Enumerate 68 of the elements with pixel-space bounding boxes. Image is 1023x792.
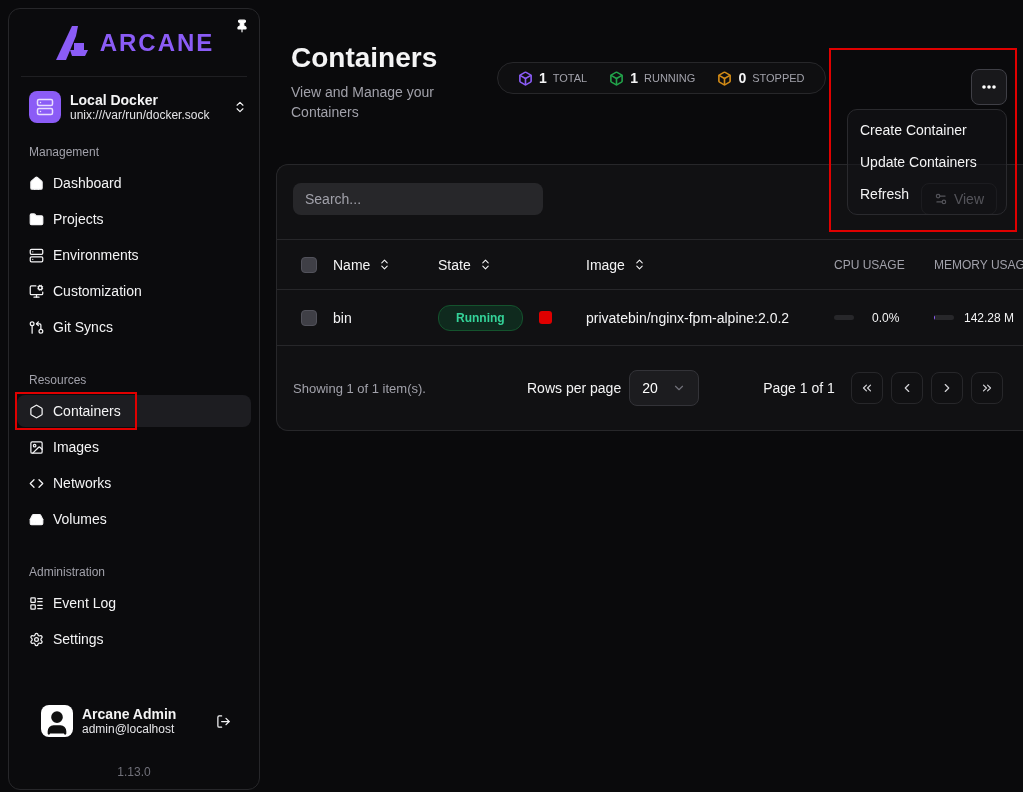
- page-title: Containers: [291, 42, 439, 74]
- sidebar-item[interactable]: Dashboard: [17, 167, 251, 199]
- stat-value: 1: [539, 70, 547, 86]
- avatar-icon: [41, 705, 73, 737]
- environment-address: unix:///var/run/docker.sock: [70, 108, 211, 122]
- select-all-checkbox[interactable]: [301, 256, 317, 273]
- stat-value: 0: [738, 70, 747, 86]
- server-icon: [29, 247, 44, 263]
- stat-label: TOTAL: [552, 72, 588, 84]
- more-button[interactable]: [971, 69, 1007, 105]
- stat-label: STOPPED: [752, 72, 805, 84]
- menu-item[interactable]: Create Container: [852, 114, 975, 146]
- logo-text: ARCANE: [99, 28, 215, 57]
- pin-icon[interactable]: [235, 19, 249, 33]
- version-label: 1.13.0: [116, 764, 152, 781]
- server-icon: [29, 91, 61, 123]
- user-email: admin@localhost: [82, 722, 176, 736]
- folder-icon: [29, 211, 44, 227]
- sidebar-item[interactable]: Containers: [17, 395, 251, 427]
- page-subtitle: View and Manage your Containers: [291, 83, 435, 122]
- section-title: Management: [28, 144, 101, 161]
- list-icon: [29, 595, 44, 611]
- column-header[interactable]: Name: [333, 256, 438, 273]
- sidebar-item[interactable]: Networks: [17, 467, 251, 499]
- cpu-reading: 0.0%: [872, 310, 900, 325]
- menu-item[interactable]: Refresh: [852, 178, 918, 210]
- last-page-button[interactable]: [970, 372, 1003, 404]
- table-cell-text: bin: [333, 309, 353, 326]
- stat-label: RUNNING: [644, 72, 696, 84]
- menu-item[interactable]: Update Containers: [852, 146, 985, 178]
- sidebar-item[interactable]: Settings: [17, 623, 251, 655]
- stat-value: 1: [630, 70, 639, 86]
- drive-icon: [29, 511, 44, 527]
- column-header: CPU USAGE: [834, 257, 906, 272]
- first-page-button[interactable]: [850, 372, 883, 404]
- sidebar-item[interactable]: Customization: [17, 275, 251, 307]
- rows-per-page-select[interactable]: 20: [629, 370, 700, 406]
- settings-icon: [29, 631, 44, 647]
- sliders-icon: [933, 192, 948, 206]
- sidebar-item[interactable]: Environments: [17, 239, 251, 271]
- status-badge: Running: [438, 304, 523, 331]
- environment-name: Local Docker: [70, 92, 159, 108]
- sidebar-item[interactable]: Event Log: [17, 587, 251, 619]
- user-name: Arcane Admin: [82, 706, 178, 722]
- stop-button[interactable]: [538, 311, 552, 324]
- image-icon: [29, 439, 44, 455]
- section-title: Resources: [28, 372, 88, 389]
- ellipsis-icon: [982, 85, 996, 89]
- rows-per-page-label: Rows per page: [527, 380, 622, 396]
- column-header[interactable]: Image: [586, 256, 834, 273]
- monitor-gear-icon: [29, 283, 44, 299]
- hexagon-icon: [29, 403, 44, 419]
- sidebar-item[interactable]: Git Syncs: [17, 311, 251, 343]
- page-indicator: Page 1 of 1: [763, 380, 835, 396]
- search-field[interactable]: Search...: [293, 183, 543, 215]
- environment-switcher[interactable]: Local Docker unix:///var/run/docker.sock: [17, 77, 251, 137]
- house-icon: [29, 175, 44, 191]
- sidebar-item[interactable]: Projects: [17, 203, 251, 235]
- git-branch-icon: [29, 319, 44, 335]
- row-checkbox[interactable]: [301, 309, 317, 326]
- memory-reading: 142.28 M: [964, 310, 1015, 325]
- column-header[interactable]: State: [438, 256, 586, 273]
- sidebar-item[interactable]: Volumes: [17, 503, 251, 535]
- logout-icon[interactable]: [216, 713, 231, 729]
- items-summary: Showing 1 of 1 item(s).: [293, 380, 427, 396]
- table-cell-text: privatebin/nginx-fpm-alpine:2.0.2: [586, 309, 791, 326]
- sidebar-item[interactable]: Images: [17, 431, 251, 463]
- section-title: Administration: [28, 564, 107, 581]
